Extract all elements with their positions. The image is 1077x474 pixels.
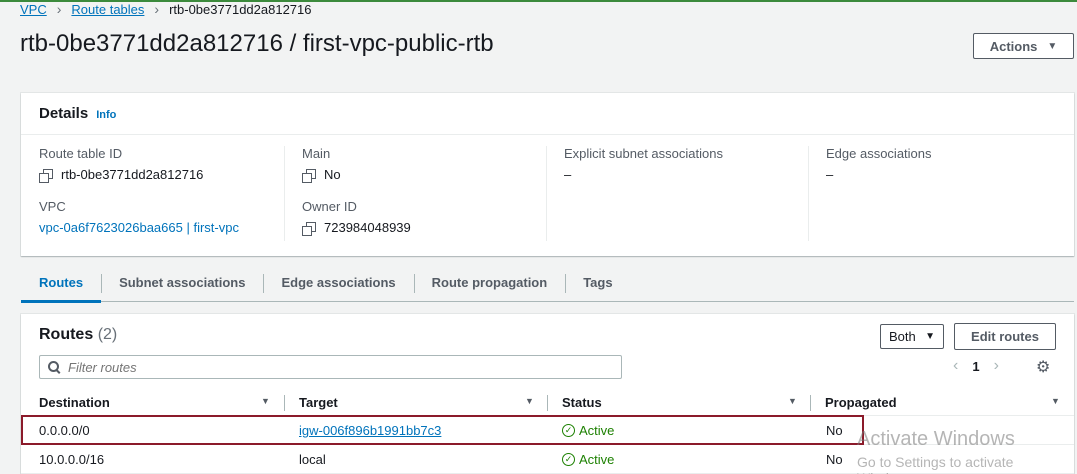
tab-route-propagation[interactable]: Route propagation xyxy=(413,264,566,301)
details-col-2: Main No Owner ID 723984048939 xyxy=(284,146,546,241)
main-value: No xyxy=(302,167,546,183)
routes-heading: Routes (2) xyxy=(39,326,117,344)
edit-routes-button[interactable]: Edit routes xyxy=(954,323,1056,350)
owner-id-label: Owner ID xyxy=(302,199,357,214)
column-divider xyxy=(284,395,285,411)
column-target[interactable]: Target xyxy=(299,395,338,410)
chevron-right-icon[interactable]: › xyxy=(994,357,999,375)
explicit-subnet-label: Explicit subnet associations xyxy=(564,146,723,161)
chevron-right-icon: › xyxy=(154,1,160,17)
explicit-subnet-value: – xyxy=(564,167,572,182)
details-header: Details Info xyxy=(21,93,1074,135)
row-destination: 10.0.0.0/16 xyxy=(39,452,105,467)
copy-icon[interactable] xyxy=(39,168,53,183)
breadcrumb-vpc[interactable]: VPC xyxy=(20,2,47,17)
tab-edge-associations[interactable]: Edge associations xyxy=(263,264,413,301)
status-text: Active xyxy=(579,452,615,467)
sort-down-icon[interactable]: ▼ xyxy=(1051,396,1060,406)
breadcrumb-route-tables[interactable]: Route tables xyxy=(71,2,144,17)
edge-associations-label: Edge associations xyxy=(826,146,932,161)
tab-subnet-associations[interactable]: Subnet associations xyxy=(101,264,263,301)
chevron-right-icon: › xyxy=(56,1,62,17)
row-target: local xyxy=(299,452,326,467)
caret-down-icon: ▼ xyxy=(1047,40,1058,52)
routes-title: Routes xyxy=(39,326,94,343)
row-status: ✓ Active xyxy=(562,452,614,467)
route-table-id-label: Route table ID xyxy=(39,146,123,161)
pagination: ‹ 1 › xyxy=(953,357,999,375)
details-col-3: Explicit subnet associations – xyxy=(546,146,808,241)
filter-routes-field xyxy=(39,355,622,379)
vpc-label: VPC xyxy=(39,199,66,214)
routes-count: (2) xyxy=(97,326,118,343)
actions-label: Actions xyxy=(989,38,1038,54)
details-panel: Details Info Route table ID rtb-0be3771d… xyxy=(21,93,1074,256)
column-divider xyxy=(810,395,811,411)
route-table-id-value: rtb-0be3771dd2a812716 xyxy=(39,167,284,183)
highlight-box xyxy=(21,415,864,445)
route-table-id: rtb-0be3771dd2a812716 xyxy=(61,167,204,182)
tab-tags[interactable]: Tags xyxy=(565,264,630,301)
sort-down-icon[interactable]: ▼ xyxy=(525,396,534,406)
details-heading: Details xyxy=(39,105,89,122)
sort-down-icon[interactable]: ▼ xyxy=(261,396,270,406)
caret-down-icon: ▼ xyxy=(925,331,935,342)
filter-routes-input[interactable] xyxy=(68,359,588,375)
search-icon xyxy=(48,361,60,373)
activate-windows-watermark: Activate Windows xyxy=(857,428,1015,450)
page-number[interactable]: 1 xyxy=(972,359,979,374)
vpc-link[interactable]: vpc-0a6f7623026baa665 | first-vpc xyxy=(39,220,239,235)
owner-id: 723984048939 xyxy=(324,220,411,235)
copy-icon[interactable] xyxy=(302,168,316,183)
main: No xyxy=(324,167,341,182)
activate-windows-subtext: Go to Settings to activate Windows. xyxy=(857,454,1014,474)
main-label: Main xyxy=(302,146,331,161)
table-header: Destination ▼ Target ▼ Status ▼ Propagat… xyxy=(21,390,1074,416)
column-divider xyxy=(547,395,548,411)
chevron-left-icon[interactable]: ‹ xyxy=(953,357,958,375)
page-title: rtb-0be3771dd2a812716 / first-vpc-public… xyxy=(20,30,494,57)
actions-button[interactable]: Actions ▼ xyxy=(973,33,1074,59)
breadcrumb: VPC › Route tables › rtb-0be3771dd2a8127… xyxy=(20,1,312,17)
breadcrumb-current: rtb-0be3771dd2a812716 xyxy=(169,1,312,17)
route-filter-value: Both xyxy=(889,329,916,344)
info-link[interactable]: Info xyxy=(96,109,116,121)
column-propagated[interactable]: Propagated xyxy=(825,395,897,410)
sort-down-icon[interactable]: ▼ xyxy=(788,396,797,406)
edge-associations-value: – xyxy=(826,167,834,182)
gear-icon[interactable]: ⚙ xyxy=(1036,357,1050,377)
details-col-1: Route table ID rtb-0be3771dd2a812716 VPC… xyxy=(39,146,284,241)
details-col-4: Edge associations – xyxy=(808,146,1070,241)
check-circle-icon: ✓ xyxy=(562,453,575,466)
tab-bar: Routes Subnet associations Edge associat… xyxy=(21,264,1074,303)
column-status[interactable]: Status xyxy=(562,395,602,410)
copy-icon[interactable] xyxy=(302,221,316,236)
column-destination[interactable]: Destination xyxy=(39,395,110,410)
row-propagated: No xyxy=(826,452,843,467)
owner-id-value: 723984048939 xyxy=(302,220,546,236)
vpc-value: vpc-0a6f7623026baa665 | first-vpc xyxy=(39,220,284,235)
route-filter-select[interactable]: Both ▼ xyxy=(880,324,944,349)
tab-routes[interactable]: Routes xyxy=(21,264,102,303)
